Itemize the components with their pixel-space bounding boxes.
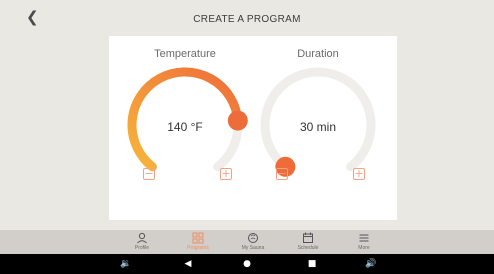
tab-my-sauna[interactable]: My Sauna	[229, 232, 277, 251]
menu-icon	[359, 234, 369, 242]
tab-programs[interactable]: Programs	[174, 232, 222, 251]
header: ❮ CREATE A PROGRAM	[0, 0, 494, 36]
person-icon	[137, 232, 147, 244]
tab-label: Schedule	[297, 245, 319, 251]
tab-label: More	[358, 245, 370, 251]
tab-profile[interactable]: Profile	[118, 232, 166, 251]
tab-label: My Sauna	[241, 245, 265, 251]
page-title: CREATE A PROGRAM	[193, 14, 301, 25]
system-nav-bar: 🔉 ◀ ● ■ 🔊	[0, 254, 494, 274]
calendar-icon	[303, 232, 313, 243]
duration-plus-button[interactable]: +	[353, 168, 365, 180]
tab-more[interactable]: More	[340, 232, 388, 251]
tab-label: Profile	[134, 245, 150, 251]
volume-down-icon[interactable]: 🔉	[118, 258, 134, 270]
recents-square-icon[interactable]: ■	[304, 258, 320, 270]
tab-schedule[interactable]: Schedule	[284, 232, 332, 251]
screen: ❮ CREATE A PROGRAM Temperature 140 °F − …	[0, 0, 494, 274]
tab-bar: Profile Programs My Sauna Schedule More	[0, 230, 494, 254]
program-card: Temperature 140 °F − + Duration 30 min −…	[109, 36, 397, 220]
sauna-icon	[248, 233, 258, 243]
plus-icon: +	[354, 167, 364, 180]
minus-icon: −	[277, 167, 287, 180]
tab-label: Programs	[187, 245, 209, 251]
volume-up-icon[interactable]: 🔊	[363, 258, 379, 270]
duration-minus-button[interactable]: −	[276, 168, 288, 180]
duration-value: 30 min	[299, 120, 337, 134]
home-circle-icon[interactable]: ●	[239, 258, 255, 270]
back-triangle-icon[interactable]: ◀	[180, 258, 196, 270]
grid-icon	[192, 232, 204, 244]
